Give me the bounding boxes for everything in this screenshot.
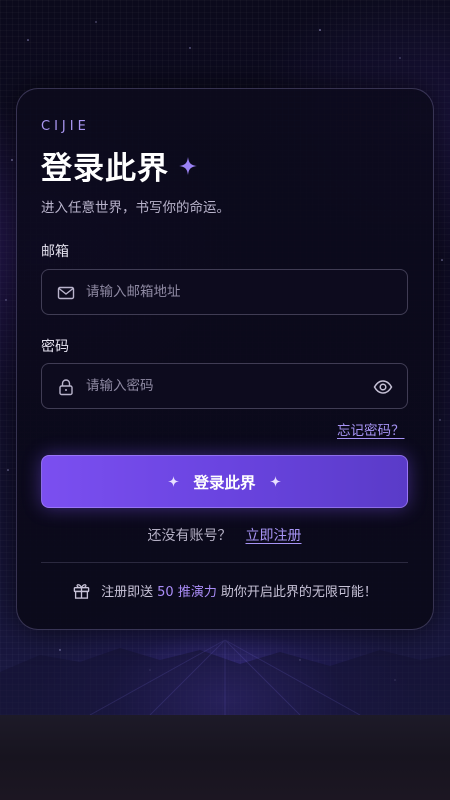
email-input[interactable]: [86, 270, 366, 314]
title-row: 登录此界: [41, 143, 197, 188]
signup-row: 还没有账号？ 立即注册: [41, 525, 408, 545]
gift-icon: [73, 584, 90, 599]
page-subtitle: 进入任意世界，书写你的命运。: [41, 200, 230, 216]
sparkle-icon: [269, 476, 281, 487]
page-title: 登录此界: [41, 151, 169, 187]
brand-name: CIJIE: [41, 119, 90, 134]
promo-highlight: 50 推演力: [157, 585, 217, 600]
password-field[interactable]: [41, 363, 408, 409]
signup-link[interactable]: 立即注册: [246, 528, 302, 544]
bottom-bar: [0, 715, 450, 800]
eye-icon[interactable]: [373, 377, 393, 397]
password-label: 密码: [41, 339, 69, 355]
signup-prompt: 还没有账号？: [147, 528, 232, 544]
sparkle-icon: [179, 156, 197, 175]
sparkle-icon: [168, 476, 180, 487]
login-button[interactable]: 登录此界: [41, 455, 408, 508]
promo-suffix: 助你开启此界的无限可能！: [220, 585, 377, 600]
email-label: 邮箱: [41, 244, 69, 260]
mail-icon: [57, 286, 75, 300]
promo-banner: 注册即送 50 推演力 助你开启此界的无限可能！: [41, 581, 408, 600]
email-field[interactable]: [41, 269, 408, 315]
promo-prefix: 注册即送: [101, 585, 154, 600]
password-input[interactable]: [86, 364, 366, 408]
login-button-label: 登录此界: [193, 473, 256, 492]
divider: [41, 562, 408, 563]
lock-icon: [59, 379, 73, 396]
forgot-password-link[interactable]: 忘记密码？: [337, 419, 405, 439]
